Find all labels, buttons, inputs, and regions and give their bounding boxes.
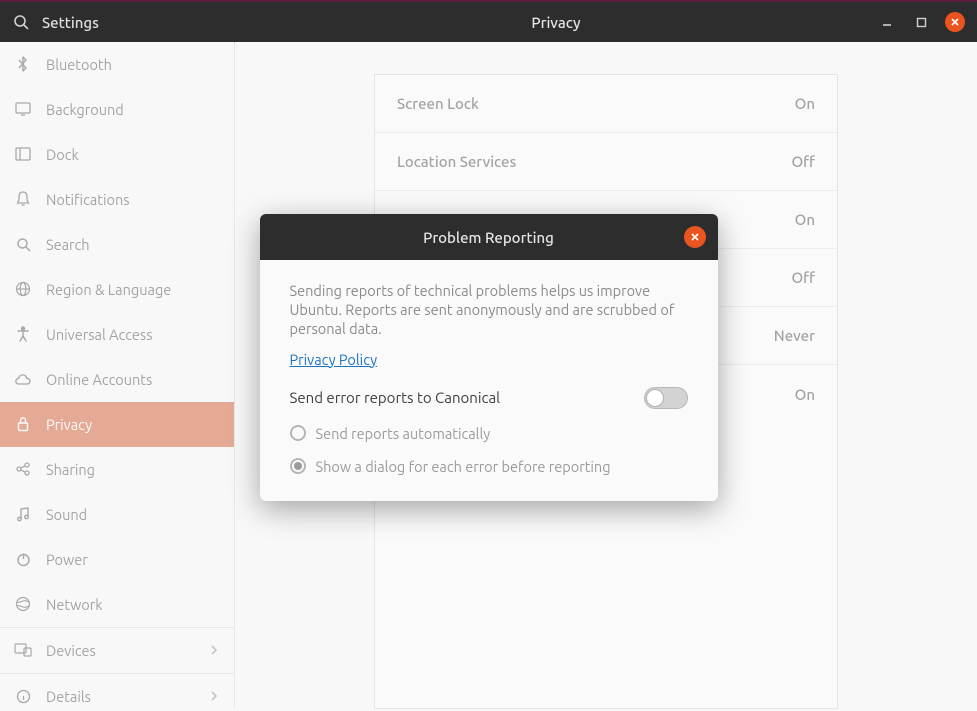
dialog-body: Sending reports of technical problems he… <box>260 260 718 501</box>
modal-overlay: Problem Reporting Sending reports of tec… <box>0 44 977 711</box>
page-title: Privacy <box>235 14 877 31</box>
search-button[interactable] <box>0 2 42 42</box>
close-icon <box>950 17 960 27</box>
toggle-knob <box>646 389 664 407</box>
dialog-title: Problem Reporting <box>423 229 554 246</box>
radio-icon <box>290 425 306 441</box>
send-reports-label: Send error reports to Canonical <box>290 389 501 406</box>
radio-icon <box>290 458 306 474</box>
minimize-icon <box>881 16 893 28</box>
dialog-description: Sending reports of technical problems he… <box>290 282 688 339</box>
search-icon <box>13 14 29 30</box>
dialog-header: Problem Reporting <box>260 214 718 260</box>
app-title: Settings <box>42 14 99 31</box>
close-icon <box>690 232 700 242</box>
settings-window: Settings Privacy Bluetooth <box>0 0 977 711</box>
send-reports-toggle[interactable] <box>644 387 688 409</box>
send-reports-row: Send error reports to Canonical <box>290 387 688 409</box>
option-label: Send reports automatically <box>316 425 491 442</box>
maximize-icon <box>916 17 927 28</box>
window-controls <box>877 12 977 32</box>
minimize-button[interactable] <box>877 12 897 32</box>
titlebar: Settings Privacy <box>0 2 977 42</box>
titlebar-left: Settings <box>0 2 235 42</box>
close-button[interactable] <box>945 12 965 32</box>
privacy-policy-link[interactable]: Privacy Policy <box>290 351 378 368</box>
option-send-automatically[interactable]: Send reports automatically <box>290 425 688 442</box>
option-label: Show a dialog for each error before repo… <box>316 458 611 475</box>
option-show-dialog[interactable]: Show a dialog for each error before repo… <box>290 458 688 475</box>
maximize-button[interactable] <box>911 12 931 32</box>
problem-reporting-dialog: Problem Reporting Sending reports of tec… <box>260 214 718 501</box>
dialog-close-button[interactable] <box>684 226 706 248</box>
